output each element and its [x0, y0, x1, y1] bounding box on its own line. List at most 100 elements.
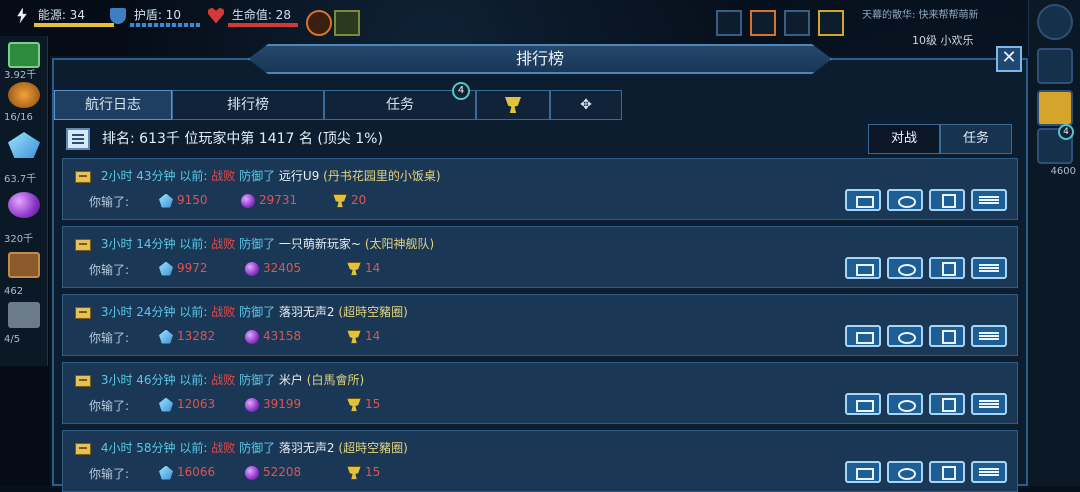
tools-button[interactable]	[1037, 48, 1073, 84]
log-alliance[interactable]: (超時空豬圈)	[338, 441, 407, 455]
reward-button[interactable]	[818, 10, 844, 36]
log-header: 3小时 14分钟 以前: 战败 防御了 一只萌新玩家~ (太阳神舰队)	[75, 235, 434, 252]
crystal-icon	[159, 397, 173, 412]
crystal-value: 63.7千	[4, 174, 37, 185]
log-lost-label: 你输了:	[89, 467, 130, 481]
lost-orb: 29731	[241, 193, 297, 208]
bank-button[interactable]	[1037, 90, 1073, 126]
revenge-button[interactable]	[971, 257, 1007, 279]
ore-icon[interactable]	[8, 82, 40, 108]
revenge-button[interactable]	[971, 325, 1007, 347]
replay-button[interactable]	[845, 189, 881, 211]
log-alliance[interactable]: (超時空豬圈)	[338, 305, 407, 319]
log-lost-label: 你输了:	[89, 263, 130, 277]
replay-button[interactable]	[845, 325, 881, 347]
tab-navigation-log[interactable]: 航行日志	[54, 90, 172, 120]
trophy-icon	[347, 329, 361, 344]
share-button[interactable]	[929, 257, 965, 279]
ore-value: 16/16	[4, 112, 33, 123]
hp-bar	[228, 23, 298, 27]
orb-icon	[245, 465, 259, 480]
log-opponent[interactable]: 落羽无声2	[279, 441, 335, 455]
shield-stat: 护盾: 10	[110, 6, 200, 27]
alert-button[interactable]	[306, 10, 332, 36]
log-actions	[845, 325, 1011, 349]
mail-icon	[75, 374, 91, 387]
log-result: 战败	[211, 305, 236, 319]
log-action: 防御了	[239, 305, 276, 319]
lost-crystal: 13282	[159, 329, 215, 344]
share-button[interactable]	[929, 393, 965, 415]
cargo-icon[interactable]	[8, 252, 40, 278]
tab-move[interactable]: ✥	[550, 90, 622, 120]
shop-button[interactable]	[716, 10, 742, 36]
revenge-button[interactable]	[971, 189, 1007, 211]
log-result: 战败	[211, 373, 236, 387]
cargo-value: 462	[4, 286, 24, 297]
lost-trophy: 14	[347, 261, 380, 276]
log-opponent[interactable]: 落羽无声2	[279, 305, 335, 319]
mail-icon	[75, 238, 91, 251]
log-time: 3小时 46分钟 以前:	[100, 373, 208, 387]
replay-button[interactable]	[845, 461, 881, 483]
log-lost-label: 你输了:	[89, 399, 130, 413]
log-result: 战败	[211, 169, 236, 183]
rank-text: 排名: 613千 位玩家中第 1417 名 (顶尖 1%)	[102, 131, 383, 147]
lost-crystal: 12063	[159, 397, 215, 412]
share-button[interactable]	[929, 189, 965, 211]
revenge-button[interactable]	[971, 461, 1007, 483]
fleet-button[interactable]	[784, 10, 810, 36]
event-button[interactable]	[750, 10, 776, 36]
trophy-icon	[505, 97, 521, 113]
lost-orb-value: 39199	[263, 397, 302, 411]
cash-icon[interactable]	[8, 42, 40, 68]
view-button[interactable]	[887, 393, 923, 415]
rank-insignia-button[interactable]	[334, 10, 360, 36]
hp-stat: 生命值: 28	[208, 6, 298, 27]
crystal-icon[interactable]	[8, 132, 40, 158]
view-button[interactable]	[887, 325, 923, 347]
log-opponent[interactable]: 一只萌新玩家~	[279, 237, 361, 251]
tab-leaderboard[interactable]: 排行榜	[172, 90, 324, 120]
log-opponent[interactable]: 远行U9	[279, 169, 319, 183]
segment-battle[interactable]: 对战	[868, 124, 940, 154]
share-button[interactable]	[929, 325, 965, 347]
lost-crystal-value: 13282	[177, 329, 216, 343]
log-actions	[845, 461, 1011, 485]
lost-orb-value: 43158	[263, 329, 302, 343]
trophy-icon	[333, 193, 347, 208]
log-opponent[interactable]: 米户	[279, 373, 303, 387]
lost-orb: 43158	[245, 329, 301, 344]
replay-button[interactable]	[845, 393, 881, 415]
view-button[interactable]	[887, 189, 923, 211]
log-action: 防御了	[239, 373, 276, 387]
tab-trophy[interactable]	[476, 90, 550, 120]
player-level: 10级 小欢乐	[912, 34, 974, 47]
mail-icon	[75, 442, 91, 455]
factory-value: 4/5	[4, 334, 21, 345]
log-alliance[interactable]: (丹书花园里的小饭桌)	[323, 169, 440, 183]
lost-trophy-value: 14	[365, 261, 381, 275]
lost-orb-value: 32405	[263, 261, 302, 275]
view-button[interactable]	[887, 257, 923, 279]
dark-matter-icon[interactable]	[8, 192, 40, 218]
log-result: 战败	[211, 237, 236, 251]
left-sidebar: 3.92千 16/16 63.7千 320千 462 4/5	[0, 36, 48, 366]
close-button[interactable]: ✕	[996, 46, 1022, 72]
view-button[interactable]	[887, 461, 923, 483]
factory-icon[interactable]	[8, 302, 40, 328]
log-time: 4小时 58分钟 以前:	[100, 441, 208, 455]
log-entry: 3小时 46分钟 以前: 战败 防御了 米户 (白馬會所) 你输了: 12063…	[62, 362, 1018, 424]
revenge-button[interactable]	[971, 393, 1007, 415]
segment-missions[interactable]: 任务	[940, 124, 1012, 154]
log-alliance[interactable]: (白馬會所)	[307, 373, 364, 387]
heart-icon	[208, 7, 224, 24]
share-button[interactable]	[929, 461, 965, 483]
trophy-icon	[347, 397, 361, 412]
log-header: 4小时 58分钟 以前: 战败 防御了 落羽无声2 (超時空豬圈)	[75, 439, 408, 456]
chat-button[interactable]	[1037, 4, 1073, 40]
log-alliance[interactable]: (太阳神舰队)	[365, 237, 434, 251]
replay-button[interactable]	[845, 257, 881, 279]
top-hud: 能源: 34 护盾: 10 生命值: 28 天幕的散华: 快来帮帮萌新 10级 …	[0, 0, 1080, 47]
lost-orb: 39199	[245, 397, 301, 412]
